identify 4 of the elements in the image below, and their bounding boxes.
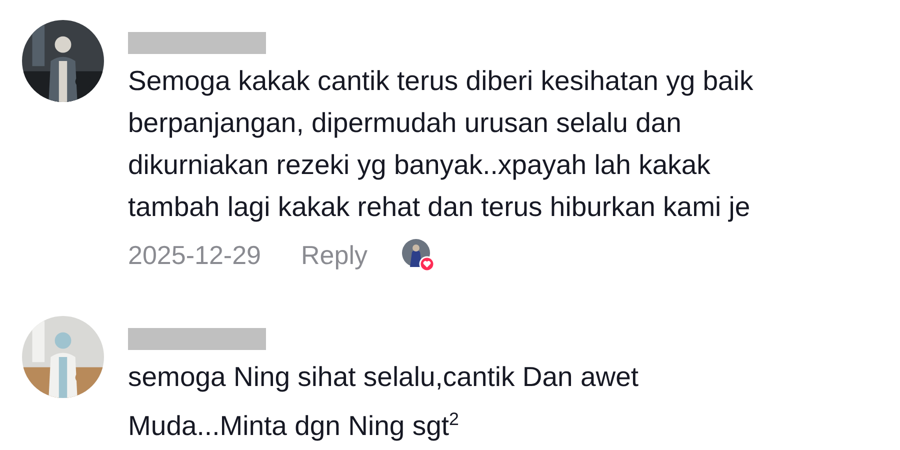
comment-text: Semoga kakak cantik terus diberi kesihatan yg baik berpanjangan, dipermudah urusan selalu dan dikurniakan rezeki yg banyak..xpayah lah kakak tambah lagi kakak rehat dan terus hiburkan kami je	[128, 64, 754, 224]
comment-text: semoga Ning sihat selalu,cantik Dan awet Muda...Minta dgn Ning sgt$^{2}$	[128, 360, 639, 444]
reply-link[interactable]: Reply	[301, 240, 368, 270]
comment-date: 2025-12-29	[128, 240, 261, 270]
